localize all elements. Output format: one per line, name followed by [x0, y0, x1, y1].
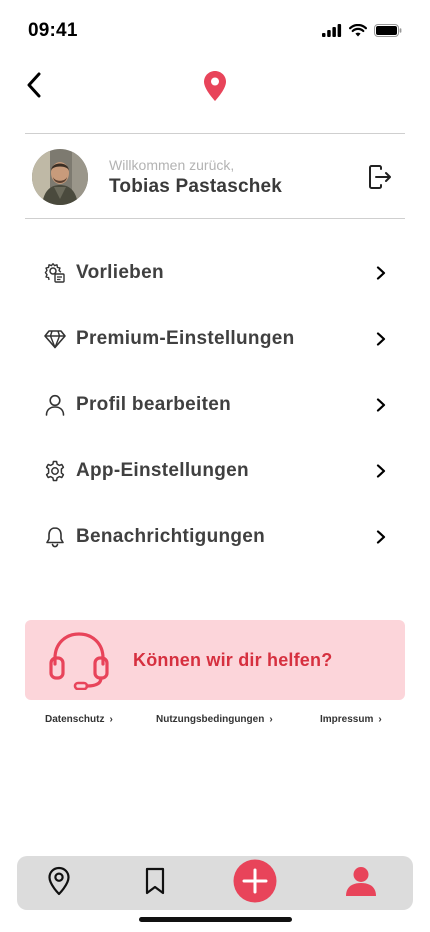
- tab-profile[interactable]: [331, 856, 391, 910]
- menu-item-label: Vorlieben: [76, 262, 164, 283]
- menu-item-profil-bearbeiten[interactable]: Profil bearbeiten: [25, 372, 405, 438]
- wifi-icon: [349, 23, 367, 42]
- logout-icon: [367, 165, 393, 194]
- chevron-right-icon: [375, 266, 387, 280]
- welcome-text: Willkommen zurück,: [109, 157, 235, 173]
- battery-icon: [374, 24, 402, 42]
- gear-icon: [43, 459, 67, 483]
- impressum-link[interactable]: Impressum ›: [320, 714, 382, 725]
- profile-header: Willkommen zurück, Tobias Pastaschek: [25, 134, 405, 218]
- chevron-right-icon: [375, 464, 387, 478]
- signal-icon: [322, 24, 342, 42]
- chevron-right-icon: ›: [269, 714, 273, 725]
- menu-item-app-einstellungen[interactable]: App-Einstellungen: [25, 438, 405, 504]
- menu-item-label: App-Einstellungen: [76, 460, 249, 481]
- help-label: Können wir dir helfen?: [133, 650, 333, 670]
- tab-map[interactable]: [29, 856, 89, 910]
- settings-menu: Vorlieben Premium-Einstellungen Profil b…: [25, 240, 405, 570]
- help-button[interactable]: Können wir dir helfen?: [25, 620, 405, 700]
- menu-item-premium-einstellungen[interactable]: Premium-Einstellungen: [25, 306, 405, 372]
- map-pin-icon: [203, 70, 227, 107]
- chevron-right-icon: [375, 398, 387, 412]
- back-button[interactable]: [18, 70, 50, 104]
- add-icon: [233, 859, 277, 908]
- menu-item-benachrichtigungen[interactable]: Benachrichtigungen: [25, 504, 405, 570]
- footer-link-label: Impressum: [320, 714, 374, 725]
- menu-item-vorlieben[interactable]: Vorlieben: [25, 240, 405, 306]
- menu-item-label: Benachrichtigungen: [76, 526, 266, 547]
- tab-bookmarks[interactable]: [125, 856, 185, 910]
- menu-item-label: Profil bearbeiten: [76, 394, 232, 415]
- chevron-right-icon: [375, 332, 387, 346]
- chevron-left-icon: [26, 72, 42, 103]
- top-navigation: [0, 62, 430, 114]
- status-bar: 09:41: [0, 0, 430, 60]
- chevron-right-icon: [375, 530, 387, 544]
- tab-add[interactable]: [225, 856, 285, 910]
- nutzungsbedingungen-link[interactable]: Nutzungsbedingungen ›: [156, 714, 273, 725]
- footer-link-label: Datenschutz: [45, 714, 105, 725]
- profile-icon: [345, 866, 377, 901]
- preferences-gear-icon: [43, 261, 67, 285]
- headset-icon: [47, 630, 111, 695]
- chevron-right-icon: ›: [109, 714, 113, 725]
- divider: [25, 218, 405, 219]
- tab-bar: [17, 856, 413, 910]
- status-time: 09:41: [28, 20, 78, 41]
- diamond-icon: [43, 327, 67, 351]
- menu-item-label: Premium-Einstellungen: [76, 328, 295, 349]
- avatar[interactable]: [32, 149, 88, 205]
- map-pin-icon: [47, 866, 71, 901]
- user-name: Tobias Pastaschek: [109, 176, 283, 197]
- chevron-right-icon: ›: [378, 714, 382, 725]
- home-indicator: [139, 917, 292, 922]
- status-icons: [322, 23, 402, 42]
- footer-link-label: Nutzungsbedingungen: [156, 714, 265, 725]
- footer-links: Datenschutz › Nutzungsbedingungen › Impres…: [25, 714, 405, 730]
- user-icon: [43, 393, 67, 417]
- bookmark-icon: [143, 866, 167, 901]
- logout-button[interactable]: [367, 164, 393, 190]
- datenschutz-link[interactable]: Datenschutz ›: [45, 714, 113, 725]
- bell-icon: [43, 525, 67, 549]
